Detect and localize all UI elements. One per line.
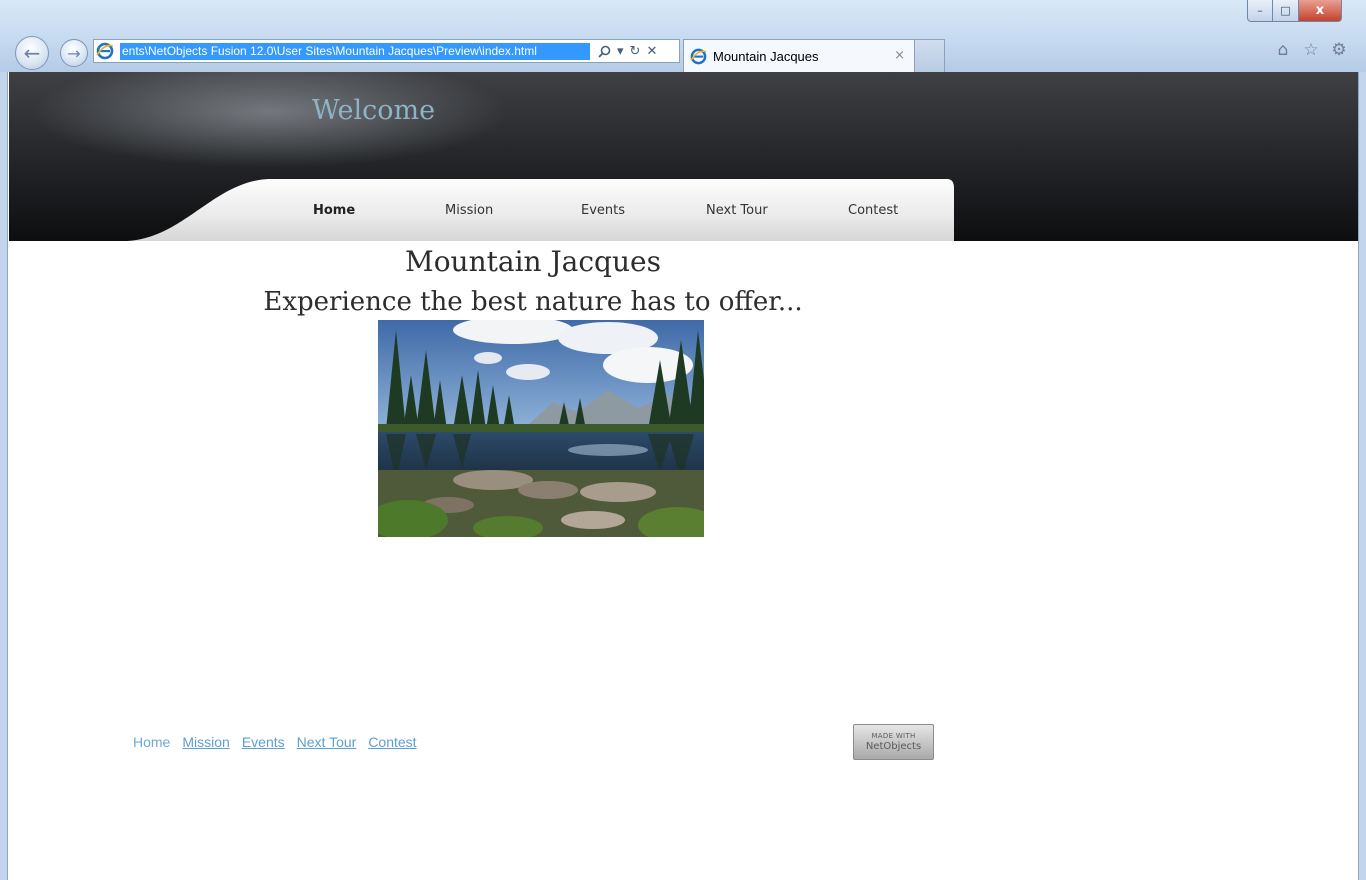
welcome-heading: Welcome: [312, 95, 436, 126]
browser-tab[interactable]: Mountain Jacques ×: [683, 39, 915, 72]
close-tab-icon[interactable]: ×: [894, 48, 905, 63]
maximize-button[interactable]: □: [1273, 0, 1299, 22]
ie-logo-icon: [690, 48, 707, 64]
footer-nav: Home Mission Events Next Tour Contest: [133, 734, 417, 750]
browser-chrome: ← → ents\NetObjects Fusion 12.0\User Sit…: [0, 0, 1366, 72]
hero-lake-image: [378, 320, 704, 537]
maximize-icon: □: [1280, 4, 1291, 17]
site-header: Welcome Home Mission Events Next Tour Co…: [9, 72, 1358, 241]
nav-item-contest[interactable]: Contest: [848, 203, 898, 218]
minimize-icon: –: [1257, 4, 1263, 17]
refresh-icon[interactable]: ↻: [630, 45, 641, 58]
address-url-text[interactable]: ents\NetObjects Fusion 12.0\User Sites\M…: [120, 42, 590, 60]
badge-bottom-text: NetObjects: [865, 740, 922, 752]
footer-link-contest[interactable]: Contest: [368, 734, 416, 750]
site-tagline: Experience the best nature has to offer.…: [263, 287, 803, 317]
main-nav: Home Mission Events Next Tour Contest: [309, 196, 949, 226]
footer-link-mission[interactable]: Mission: [182, 734, 229, 750]
footer-link-home[interactable]: Home: [133, 734, 170, 750]
arrow-right-icon: →: [67, 43, 81, 63]
window-frame-left: [0, 72, 8, 880]
badge-top-text: MADE WITH: [871, 731, 916, 740]
footer-link-next-tour[interactable]: Next Tour: [297, 734, 357, 750]
tab-title: Mountain Jacques: [713, 48, 819, 64]
nav-item-events[interactable]: Events: [581, 203, 625, 218]
site-title: Mountain Jacques: [405, 245, 661, 278]
address-bar[interactable]: ents\NetObjects Fusion 12.0\User Sites\M…: [93, 39, 680, 63]
favorites-star-icon[interactable]: ☆: [1302, 40, 1320, 60]
window-frame-right: [1358, 72, 1366, 880]
footer-link-events[interactable]: Events: [242, 734, 285, 750]
back-button[interactable]: ←: [15, 36, 49, 70]
tools-gear-icon[interactable]: ⚙: [1330, 40, 1348, 60]
home-icon[interactable]: ⌂: [1274, 40, 1292, 60]
ie-logo-icon: [96, 42, 114, 60]
window-controls: – □ x: [1247, 0, 1342, 22]
nav-item-mission[interactable]: Mission: [445, 203, 493, 218]
nav-item-next-tour[interactable]: Next Tour: [706, 203, 768, 218]
minimize-button[interactable]: –: [1247, 0, 1273, 22]
nav-item-home[interactable]: Home: [313, 203, 355, 218]
stop-icon[interactable]: ✕: [646, 45, 657, 58]
forward-button[interactable]: →: [60, 39, 88, 67]
close-window-button[interactable]: x: [1299, 0, 1342, 22]
made-with-netobjects-badge[interactable]: MADE WITH NetObjects: [853, 724, 934, 760]
new-tab-button[interactable]: [915, 39, 945, 72]
search-icon[interactable]: [598, 45, 611, 58]
dropdown-icon[interactable]: ▾: [617, 45, 624, 58]
close-icon: x: [1315, 3, 1325, 18]
arrow-left-icon: ←: [23, 41, 41, 65]
